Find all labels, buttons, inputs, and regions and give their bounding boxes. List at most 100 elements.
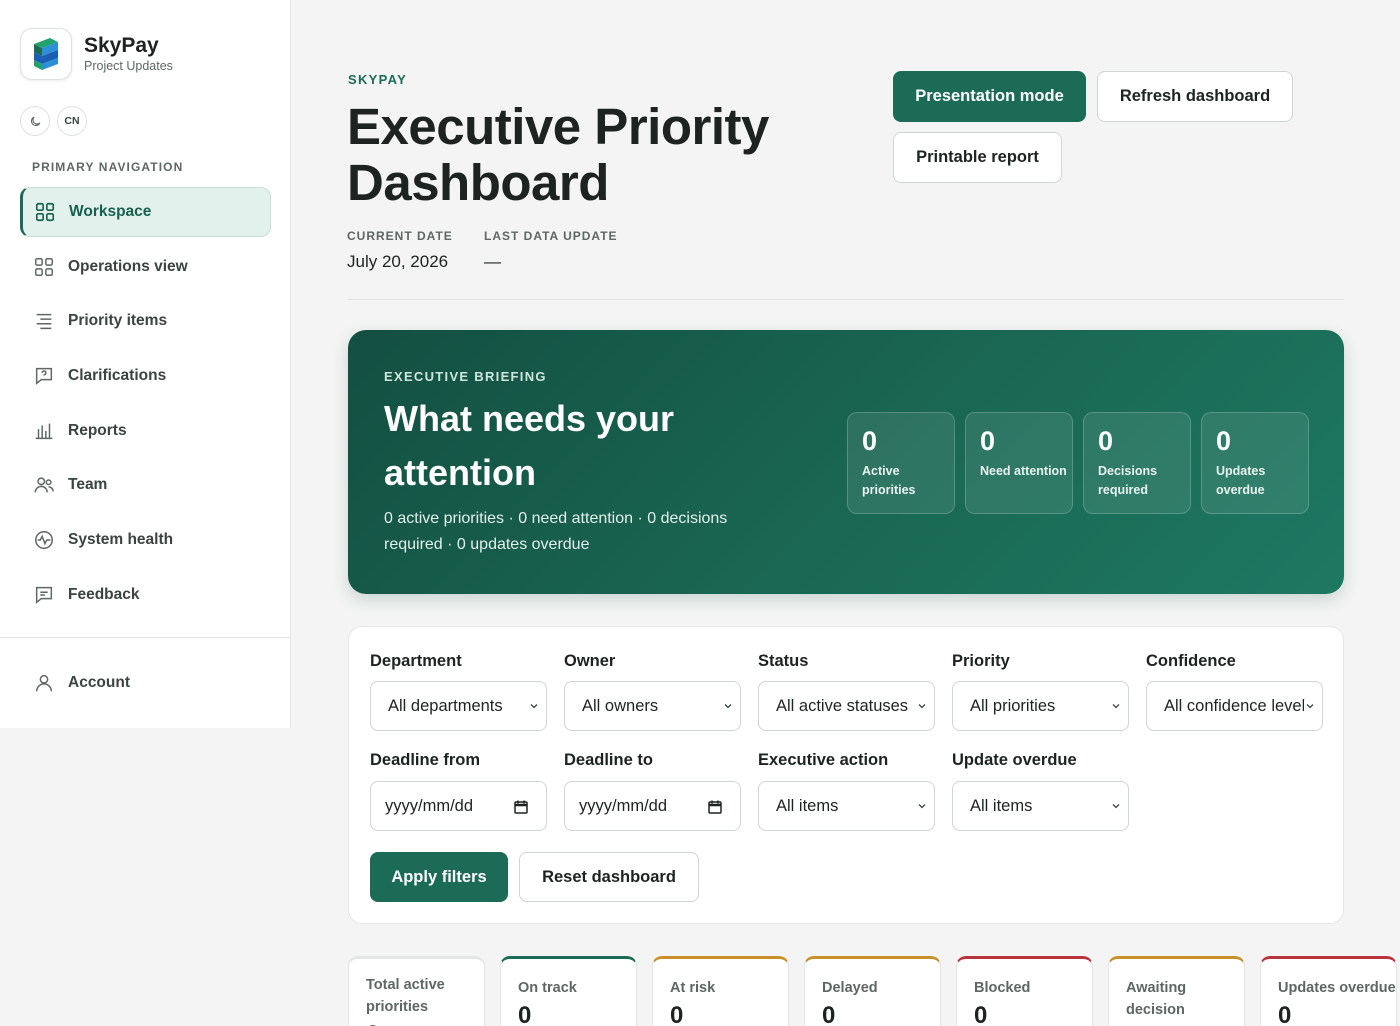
header-divider [348,299,1344,300]
sidebar-item-label: Workspace [69,203,152,220]
department-label: Department [370,652,462,670]
moon-icon [30,116,40,126]
last-update-value: — [484,252,501,271]
executive-action-label: Executive action [758,751,889,769]
theme-toggle-button[interactable] [20,106,50,136]
nav-divider [0,637,291,638]
kpi-value: 0 [822,1002,836,1026]
brand[interactable]: SkyPay Project Updates [20,28,173,80]
stat-label: Updates overdue [1216,464,1266,497]
update-overdue-select[interactable]: All items [952,781,1129,831]
sidebar-item-label: Priority items [68,312,168,330]
stat-need-attention[interactable]: 0 Need attention [965,412,1073,514]
message-icon [35,586,53,604]
status-select-value: All active statuses [776,696,909,715]
deadline-to-label: Deadline to [564,751,653,769]
sidebar-item-team[interactable]: Team [20,460,271,510]
owner-select[interactable]: All owners [564,681,741,731]
sidebar-item-label: Operations view [68,257,188,275]
kpi-updates-overdue[interactable]: Updates overdue 0 [1260,956,1397,1026]
stat-decisions-required[interactable]: 0 Decisions required [1083,412,1191,514]
kpi-awaiting-decision[interactable]: Awaiting decision 0 [1108,956,1245,1026]
sidebar-item-operations-view[interactable]: Operations view [20,242,271,292]
kpi-total-active-priorities[interactable]: Total active priorities 0 [348,956,485,1026]
sidebar-item-label: Team [68,476,108,494]
last-update-label: LAST DATA UPDATE [484,229,618,243]
confidence-select[interactable]: All confidence levels [1146,681,1323,731]
sidebar-item-label: Reports [68,421,127,439]
status-select[interactable]: All active statuses [758,681,935,731]
deadline-from-input[interactable]: yyyy/mm/dd [370,781,547,831]
printable-report-button[interactable]: Printable report [893,132,1062,183]
briefing-title: What needs your attention [384,398,675,493]
sidebar-item-priority-items[interactable]: Priority items [20,296,271,346]
sidebar-item-feedback[interactable]: Feedback [20,570,271,620]
status-label: Status [758,652,809,670]
chevron-down-icon [1112,804,1120,809]
grid-icon [35,202,55,222]
page-eyebrow: SKYPAY [348,72,408,87]
primary-navigation: Workspace Operations view Priority items… [20,187,271,625]
kpi-label: Total active priorities [366,977,445,1015]
sidebar-item-label: System health [68,531,174,549]
reset-dashboard-button[interactable]: Reset dashboard [519,852,699,902]
kpi-delayed[interactable]: Delayed 0 [804,956,941,1026]
chevron-down-icon [530,704,538,709]
apply-filters-button[interactable]: Apply filters [370,852,508,902]
stat-value: 0 [1216,426,1232,456]
executive-action-select[interactable]: All items [758,781,935,831]
chevron-down-icon [1304,700,1316,712]
priority-select[interactable]: All priorities [952,681,1129,731]
stat-active-priorities[interactable]: 0 Active priorities [847,412,955,514]
kpi-label: Delayed [822,980,878,996]
filters-panel: Department All departments Owner All own… [348,626,1344,924]
sidebar-item-workspace[interactable]: Workspace [20,187,271,237]
calendar-icon[interactable] [513,799,529,815]
refresh-dashboard-button[interactable]: Refresh dashboard [1097,71,1293,122]
kpi-at-risk[interactable]: At risk 0 [652,956,789,1026]
deadline-to-placeholder: yyyy/mm/dd [579,796,668,815]
confidence-select-value: All confidence levels [1164,696,1314,715]
deadline-from-placeholder: yyyy/mm/dd [385,796,474,815]
sidebar-item-account[interactable]: Account [20,658,271,708]
stat-label: Active priorities [862,464,916,497]
stat-value: 0 [980,426,996,456]
chevron-down-icon [1112,704,1120,709]
brand-subtitle: Project Updates [84,59,173,73]
department-select-value: All departments [388,696,503,715]
sidebar-item-label: Clarifications [68,367,167,385]
kpi-on-track[interactable]: On track 0 [500,956,637,1026]
user-icon [35,674,53,692]
kpi-value: 0 [670,1002,684,1026]
sidebar-item-reports[interactable]: Reports [20,406,271,456]
page-title: Executive Priority Dashboard [347,98,769,211]
department-select[interactable]: All departments [370,681,547,731]
question-chat-icon [35,367,53,385]
sidebar: SkyPay Project Updates CN PRIMARY NAVIGA… [0,0,291,728]
kpi-label: Updates overdue [1278,980,1396,996]
pulse-icon [35,531,53,550]
stat-updates-overdue[interactable]: 0 Updates overdue [1201,412,1309,514]
current-date-block: CURRENT DATE July 20, 2026 [347,229,453,272]
update-overdue-label: Update overdue [952,751,1077,769]
stat-value: 0 [1098,426,1114,456]
sidebar-item-system-health[interactable]: System health [20,515,271,565]
kpi-label: On track [518,980,577,996]
bar-chart-icon [35,423,53,439]
kpi-label: At risk [670,980,716,996]
executive-briefing: EXECUTIVE BRIEFING What needs your atten… [348,330,1344,594]
stat-value: 0 [862,426,878,456]
chevron-down-icon [724,704,732,709]
kpi-label: Awaiting decision [1126,980,1187,1018]
last-update-block: LAST DATA UPDATE — [484,229,618,272]
kpi-blocked[interactable]: Blocked 0 [956,956,1093,1026]
calendar-icon[interactable] [707,799,723,815]
presentation-mode-button[interactable]: Presentation mode [893,71,1086,122]
deadline-to-input[interactable]: yyyy/mm/dd [564,781,741,831]
stat-label: Need attention [980,464,1067,478]
chevron-down-icon [918,804,926,809]
kpi-value: 0 [1278,1002,1292,1026]
update-overdue-select-value: All items [970,796,1033,815]
sidebar-item-clarifications[interactable]: Clarifications [20,351,271,401]
language-toggle-button[interactable]: CN [57,106,87,136]
